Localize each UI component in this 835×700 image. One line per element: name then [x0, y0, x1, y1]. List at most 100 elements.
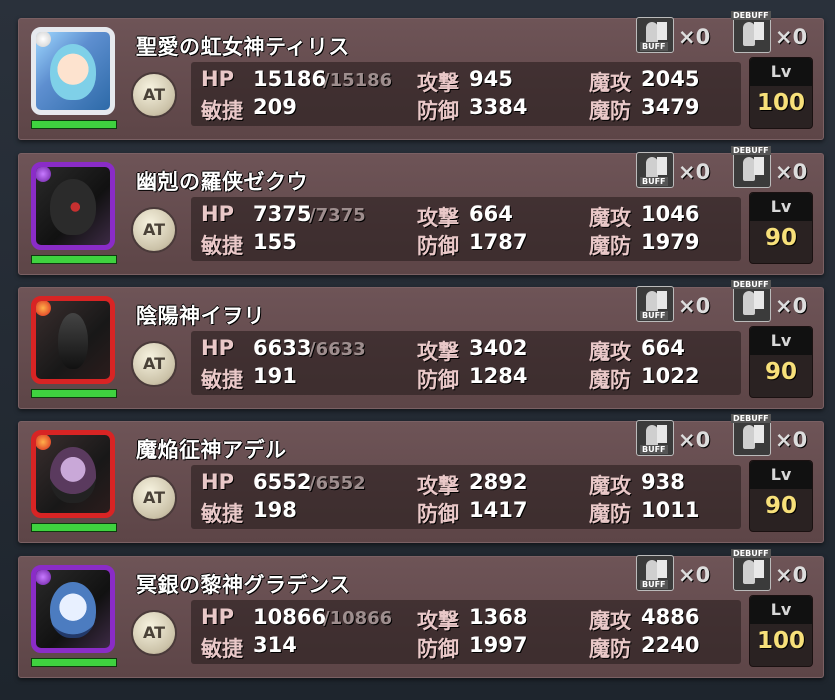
mdef-value: 2240: [641, 633, 700, 657]
character-portrait[interactable]: [31, 430, 115, 518]
debuff-count: ×0: [775, 160, 808, 184]
mdef-label: 魔防: [589, 99, 631, 123]
character-name: 冥銀の黎神グラデンス: [136, 573, 351, 597]
matk-value: 1046: [641, 202, 700, 226]
agi-label: 敏捷: [201, 637, 243, 661]
def-label: 防御: [417, 502, 459, 526]
character-portrait[interactable]: [31, 162, 115, 250]
character-card[interactable]: 幽剋の羅侠ゼクウ BUFF ×0 DEBUFF ×0 AT HP 7375 /7…: [18, 146, 824, 275]
hp-label: HP: [201, 67, 234, 91]
def-label: 防御: [417, 637, 459, 661]
agi-value: 198: [253, 498, 297, 522]
mdef-label: 魔防: [589, 502, 631, 526]
def-label: 防御: [417, 234, 459, 258]
character-face-image: [50, 447, 96, 503]
character-card[interactable]: 聖愛の虹女神ティリス BUFF ×0 DEBUFF ×0 AT HP 15186…: [18, 11, 824, 140]
buff-count: ×0: [678, 563, 711, 587]
atk-value: 945: [469, 67, 513, 91]
debuff-icon: [733, 17, 771, 53]
character-name: 聖愛の虹女神ティリス: [136, 35, 350, 59]
agi-value: 314: [253, 633, 297, 657]
mdef-label: 魔防: [589, 637, 631, 661]
atk-value: 2892: [469, 470, 528, 494]
buff-indicator: BUFF ×0: [636, 13, 710, 53]
character-card[interactable]: 冥銀の黎神グラデンス BUFF ×0 DEBUFF ×0 AT HP 10866…: [18, 549, 824, 678]
level-value: 90: [764, 359, 797, 385]
level-box: Lv 90: [749, 460, 813, 532]
agi-label: 敏捷: [201, 99, 243, 123]
level-label: Lv: [750, 461, 812, 489]
auto-target-button[interactable]: AT: [131, 207, 177, 253]
hp-label: HP: [201, 336, 234, 360]
hp-label: HP: [201, 470, 234, 494]
auto-target-button[interactable]: AT: [131, 72, 177, 118]
level-label: Lv: [750, 596, 812, 624]
debuff-icon: [733, 420, 771, 456]
stats-panel: HP 15186 /15186 攻撃 945 魔攻 2045 敏捷 209 防御…: [191, 62, 741, 126]
mdef-label: 魔防: [589, 368, 631, 392]
character-name: 魔焔征神アデル: [136, 438, 287, 462]
hp-value: 6633: [253, 336, 312, 360]
character-portrait[interactable]: [31, 565, 115, 653]
hp-label: HP: [201, 605, 234, 629]
hp-bar: [31, 120, 117, 129]
atk-value: 664: [469, 202, 513, 226]
level-box: Lv 90: [749, 326, 813, 398]
atk-value: 1368: [469, 605, 528, 629]
character-face-image: [58, 313, 88, 369]
debuff-icon: [733, 555, 771, 591]
character-card[interactable]: 魔焔征神アデル BUFF ×0 DEBUFF ×0 AT HP 6552 /65…: [18, 414, 824, 543]
hp-value: 6552: [253, 470, 312, 494]
element-icon: [36, 167, 51, 182]
debuff-tag: DEBUFF: [731, 280, 771, 289]
def-value: 3384: [469, 95, 528, 119]
mdef-label: 魔防: [589, 234, 631, 258]
character-portrait[interactable]: [31, 296, 115, 384]
atk-label: 攻撃: [417, 474, 459, 498]
hp-max: /10866: [323, 608, 393, 629]
stats-panel: HP 6633 /6633 攻撃 3402 魔攻 664 敏捷 191 防御 1…: [191, 331, 741, 395]
buff-tag: BUFF: [640, 177, 668, 186]
element-icon: [36, 32, 51, 47]
agi-value: 155: [253, 230, 297, 254]
matk-value: 938: [641, 470, 685, 494]
character-name: 陰陽神イヲリ: [136, 304, 265, 328]
hp-bar: [31, 255, 117, 264]
hp-bar: [31, 523, 117, 532]
auto-target-button[interactable]: AT: [131, 475, 177, 521]
hp-value: 7375: [253, 202, 312, 226]
agi-value: 191: [253, 364, 297, 388]
auto-target-button[interactable]: AT: [131, 610, 177, 656]
matk-value: 2045: [641, 67, 700, 91]
debuff-tag: DEBUFF: [731, 11, 771, 20]
mdef-value: 3479: [641, 95, 700, 119]
def-value: 1787: [469, 230, 528, 254]
buff-tag: BUFF: [640, 580, 668, 589]
level-box: Lv 100: [749, 595, 813, 667]
atk-label: 攻撃: [417, 206, 459, 230]
agi-label: 敏捷: [201, 502, 243, 526]
buff-count: ×0: [678, 25, 711, 49]
debuff-count: ×0: [775, 294, 808, 318]
debuff-indicator: DEBUFF ×0: [731, 280, 807, 322]
element-icon: [36, 570, 51, 585]
mdef-value: 1011: [641, 498, 700, 522]
debuff-tag: DEBUFF: [731, 414, 771, 423]
hp-max: /15186: [323, 70, 393, 91]
matk-label: 魔攻: [589, 340, 631, 364]
character-face-image: [50, 582, 96, 638]
debuff-icon: [733, 286, 771, 322]
buff-tag: BUFF: [640, 311, 668, 320]
level-value: 100: [756, 628, 805, 654]
level-box: Lv 100: [749, 57, 813, 129]
level-label: Lv: [750, 58, 812, 86]
buff-count: ×0: [678, 294, 711, 318]
buff-count: ×0: [678, 428, 711, 452]
element-icon: [36, 301, 51, 316]
mdef-value: 1022: [641, 364, 700, 388]
character-portrait[interactable]: [31, 27, 115, 115]
auto-target-button[interactable]: AT: [131, 341, 177, 387]
agi-value: 209: [253, 95, 297, 119]
debuff-indicator: DEBUFF ×0: [731, 549, 807, 591]
character-card[interactable]: 陰陽神イヲリ BUFF ×0 DEBUFF ×0 AT HP 6633 /663…: [18, 280, 824, 409]
